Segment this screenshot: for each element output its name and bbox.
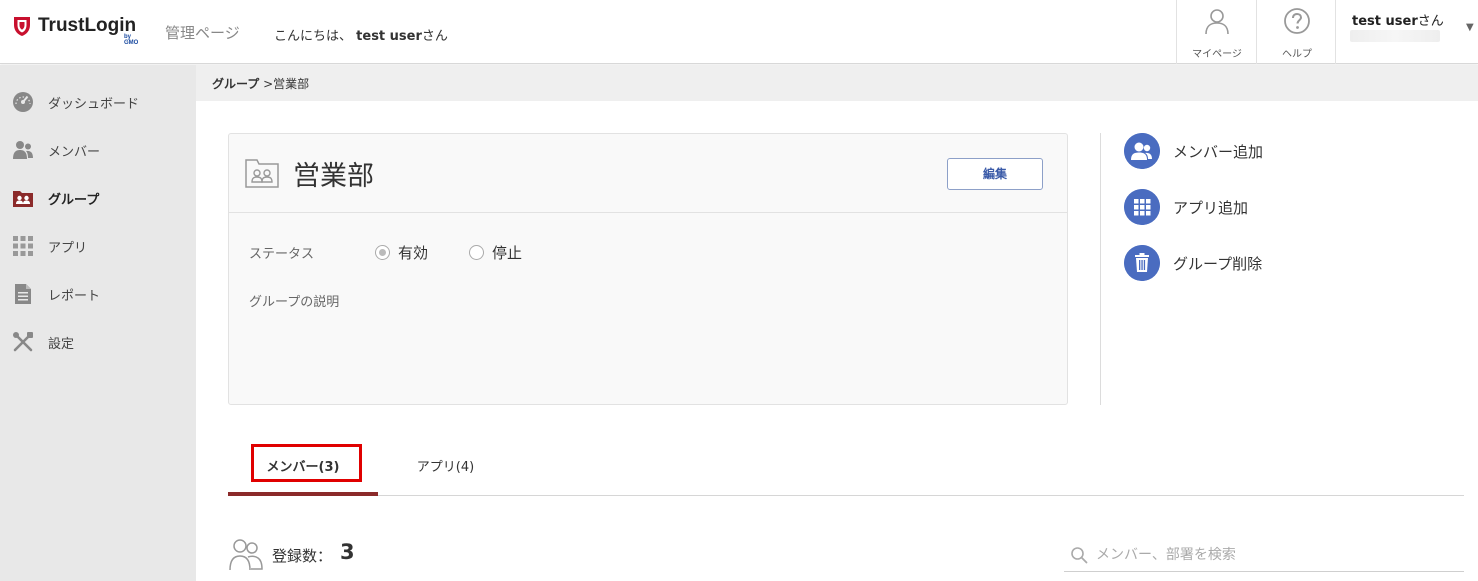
sidebar-item-dashboard[interactable]: ダッシュボード (0, 78, 196, 126)
tab-active-underline (228, 492, 378, 496)
breadcrumb-bar: グループ >営業部 (196, 65, 1478, 101)
action-label: グループ削除 (1173, 255, 1263, 273)
greeting-user: test user (356, 29, 422, 44)
vertical-divider (1100, 133, 1101, 405)
brand-sub: by GMO (124, 34, 139, 46)
breadcrumb-separator: > (263, 77, 274, 91)
help-label: ヘルプ (1282, 49, 1312, 60)
sidebar-item-apps[interactable]: アプリ (0, 222, 196, 270)
sidebar-item-label: ダッシュボード (48, 97, 140, 112)
user-name: test userさん (1352, 10, 1444, 29)
status-option-label: 停止 (492, 244, 523, 262)
group-name: 営業部 (293, 161, 374, 192)
person-icon (1205, 9, 1229, 35)
sidebar: ダッシュボード メンバー グループ アプリ レポート 設定 (0, 65, 196, 581)
status-option-label: 有効 (398, 244, 429, 262)
status-label: ステータス (249, 247, 315, 262)
breadcrumb: グループ >営業部 (212, 75, 309, 92)
sidebar-item-label: 設定 (48, 337, 75, 352)
tab-members[interactable]: メンバー(3) (228, 444, 378, 496)
shield-logo-icon (14, 17, 30, 36)
gauge-icon (13, 92, 33, 112)
tools-icon (13, 332, 33, 352)
edit-button[interactable]: 編集 (947, 158, 1043, 190)
sidebar-item-groups[interactable]: グループ (0, 174, 196, 222)
member-search[interactable] (1064, 538, 1464, 572)
grid-icon (13, 236, 33, 256)
mypage-button[interactable]: マイページ (1176, 0, 1256, 64)
action-label: メンバー追加 (1173, 143, 1264, 161)
user-name-suffix: さん (1417, 14, 1444, 29)
member-count-value: 3 (340, 540, 355, 564)
add-member-button[interactable]: メンバー追加 (1124, 133, 1374, 169)
document-icon (15, 284, 31, 304)
sidebar-item-settings[interactable]: 設定 (0, 318, 196, 366)
trustlogin-logo[interactable]: TrustLogin by GMO (12, 15, 138, 46)
breadcrumb-parent[interactable]: グループ (212, 77, 259, 91)
group-folder-icon (245, 159, 279, 188)
sidebar-item-label: アプリ (48, 241, 88, 256)
help-icon (1284, 8, 1310, 34)
action-label: アプリ追加 (1173, 199, 1249, 217)
radio-checked-icon (375, 245, 390, 260)
group-icon (13, 191, 33, 207)
help-button[interactable]: ヘルプ (1256, 0, 1336, 64)
radio-unchecked-icon (469, 245, 484, 260)
greeting-suffix: さん (421, 29, 448, 44)
breadcrumb-current: 営業部 (273, 77, 310, 91)
chevron-down-icon: ▼ (1466, 22, 1474, 33)
admin-page-title: 管理ページ (165, 24, 240, 42)
search-icon (1071, 547, 1088, 564)
sidebar-item-members[interactable]: メンバー (0, 126, 196, 174)
top-header: TrustLogin by GMO 管理ページ こんにちは、 test user… (0, 0, 1478, 64)
add-app-button[interactable]: アプリ追加 (1124, 189, 1374, 225)
members-icon (13, 141, 33, 159)
tab-label: メンバー(3) (266, 460, 340, 475)
greeting-text: こんにちは、 test userさん (274, 25, 448, 44)
sidebar-item-reports[interactable]: レポート (0, 270, 196, 318)
trash-icon (1124, 245, 1160, 281)
sidebar-item-label: メンバー (48, 145, 101, 160)
status-option-active[interactable]: 有効 (375, 242, 428, 263)
sidebar-item-label: レポート (48, 289, 101, 304)
brand-name: TrustLogin (38, 15, 137, 36)
add-app-icon (1124, 189, 1160, 225)
mypage-label: マイページ (1192, 49, 1242, 60)
delete-group-button[interactable]: グループ削除 (1124, 245, 1374, 281)
group-card-header: 営業部 編集 (229, 134, 1067, 213)
user-menu[interactable]: test userさん ▼ (1335, 0, 1478, 64)
status-option-stopped[interactable]: 停止 (469, 242, 522, 263)
tab-label: アプリ(4) (416, 460, 475, 475)
members-outline-icon (229, 539, 263, 571)
sidebar-item-label: グループ (48, 193, 100, 208)
user-email-blurred (1350, 30, 1440, 42)
group-detail-card: 営業部 編集 ステータス 有効 停止 グループの説明 (228, 133, 1068, 405)
greeting-prefix: こんにちは、 (274, 29, 353, 44)
tab-apps[interactable]: アプリ(4) (378, 444, 513, 496)
search-input[interactable] (1096, 544, 1456, 566)
member-count-label: 登録数： (272, 547, 333, 565)
description-label: グループの説明 (249, 295, 340, 310)
user-name-text: test user (1352, 14, 1418, 29)
add-member-icon (1124, 133, 1160, 169)
